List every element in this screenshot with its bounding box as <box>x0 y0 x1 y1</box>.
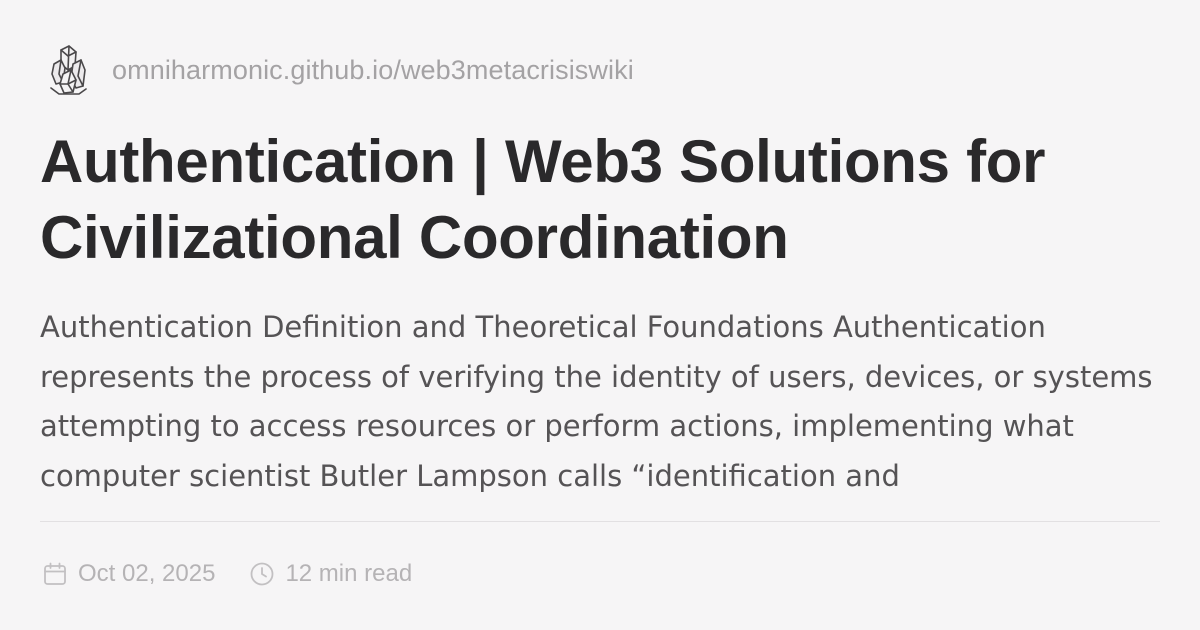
divider <box>40 521 1160 522</box>
read-time: 12 min read <box>249 560 412 588</box>
preview-card: omniharmonic.github.io/web3metacrisiswik… <box>0 0 1200 630</box>
crystal-logo-icon <box>48 43 88 97</box>
clock-icon <box>249 561 275 587</box>
page-title[interactable]: Authentication | Web3 Solutions for Civi… <box>40 124 1170 276</box>
publish-date: Oct 02, 2025 <box>42 560 215 588</box>
site-header: omniharmonic.github.io/web3metacrisiswik… <box>48 42 634 98</box>
read-time-text: 12 min read <box>285 560 413 587</box>
article-meta: Oct 02, 2025 12 min read <box>42 556 412 592</box>
publish-date-text: Oct 02, 2025 <box>78 560 216 587</box>
article-excerpt: Authentication Definition and Theoretica… <box>40 310 1153 493</box>
calendar-icon <box>42 561 68 587</box>
site-url[interactable]: omniharmonic.github.io/web3metacrisiswik… <box>112 55 634 86</box>
